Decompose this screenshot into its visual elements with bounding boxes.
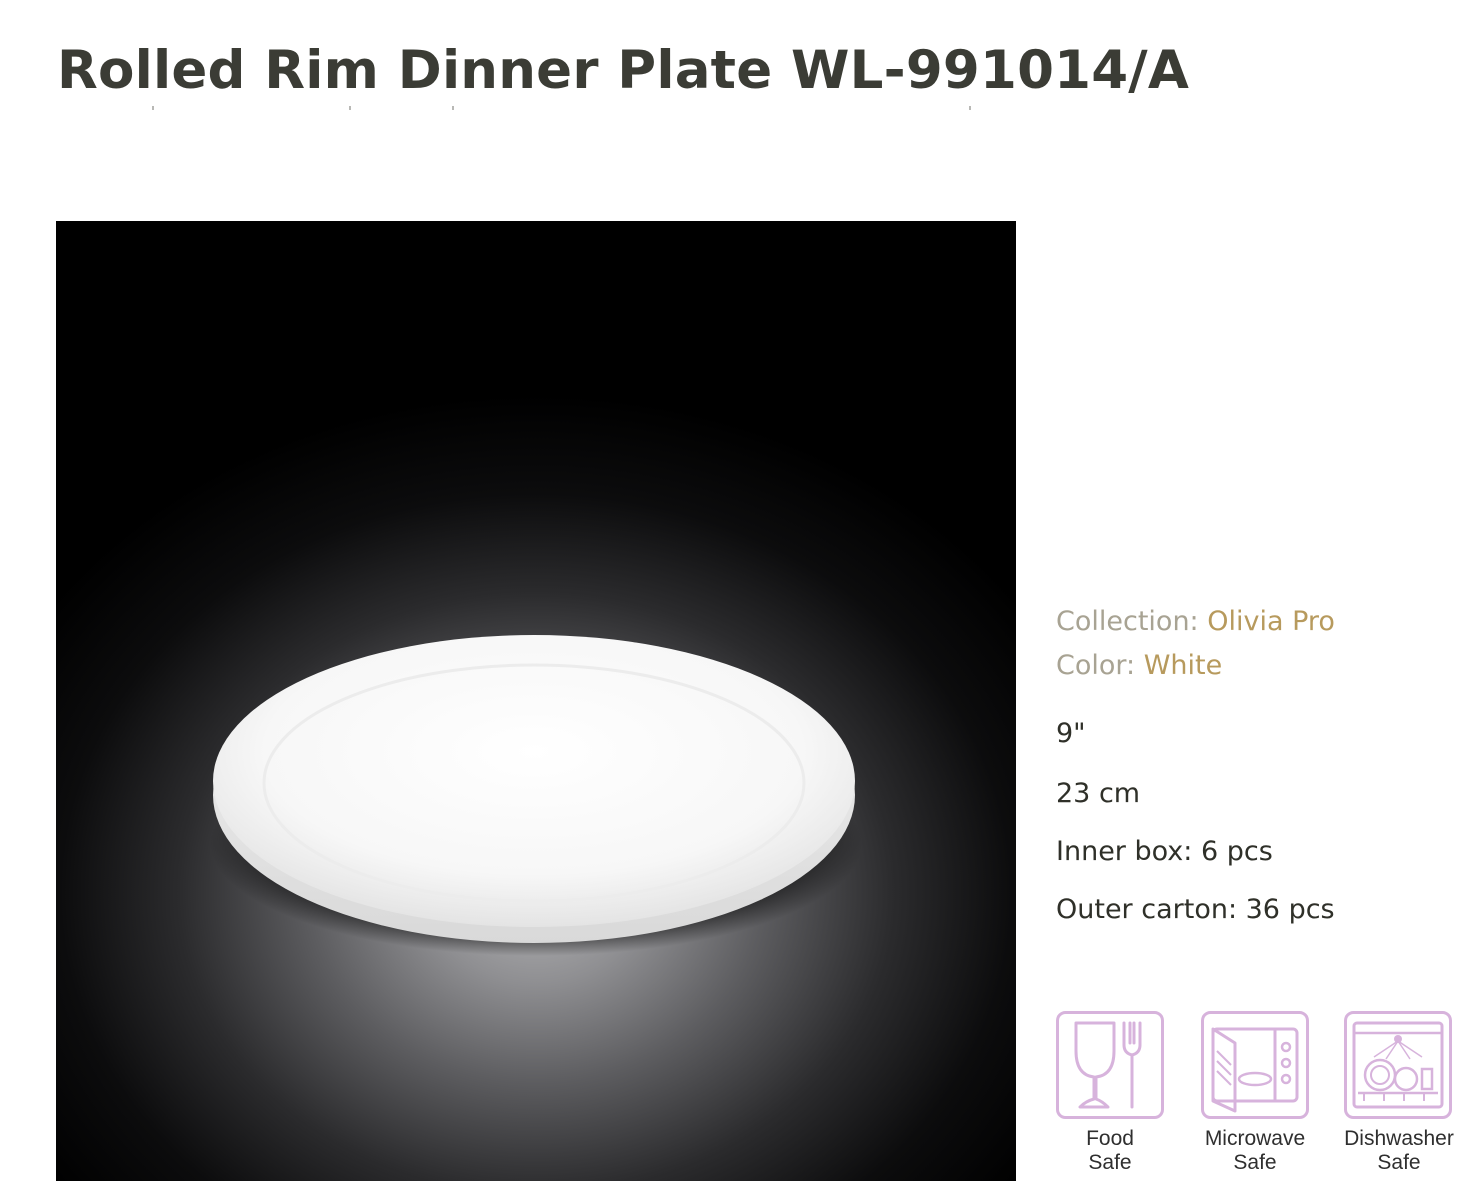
collection-row: Collection: Olivia Pro <box>1056 600 1476 644</box>
plate-illustration <box>210 635 862 956</box>
product-specs: Collection: Olivia Pro Color: White <box>1056 600 1476 688</box>
size-inches: 9" <box>1056 718 1086 749</box>
collection-link[interactable]: Olivia Pro <box>1207 606 1335 637</box>
microwave-safe-label: Microwave Safe <box>1204 1127 1306 1174</box>
food-safe-icon <box>1056 1011 1164 1119</box>
feature-icons: Food Safe Microwave Safe Dishwasher Safe <box>1056 1011 1476 1181</box>
outer-carton: Outer carton: 36 pcs <box>1056 894 1335 925</box>
product-image <box>56 221 1016 1181</box>
dishwasher-safe-icon <box>1344 1011 1452 1119</box>
color-link[interactable]: White <box>1144 650 1223 681</box>
color-label: Color: <box>1056 650 1136 681</box>
collection-label: Collection: <box>1056 606 1199 637</box>
microwave-safe-icon <box>1201 1011 1309 1119</box>
clipped-subtitle-remnant <box>57 106 977 110</box>
size-cm: 23 cm <box>1056 778 1141 809</box>
product-title: Rolled Rim Dinner Plate WL-991014/A <box>57 40 1190 101</box>
inner-box: Inner box: 6 pcs <box>1056 836 1273 867</box>
dishwasher-safe-label: Dishwasher Safe <box>1344 1127 1454 1174</box>
color-row: Color: White <box>1056 644 1476 688</box>
food-safe-label: Food Safe <box>1086 1127 1134 1174</box>
